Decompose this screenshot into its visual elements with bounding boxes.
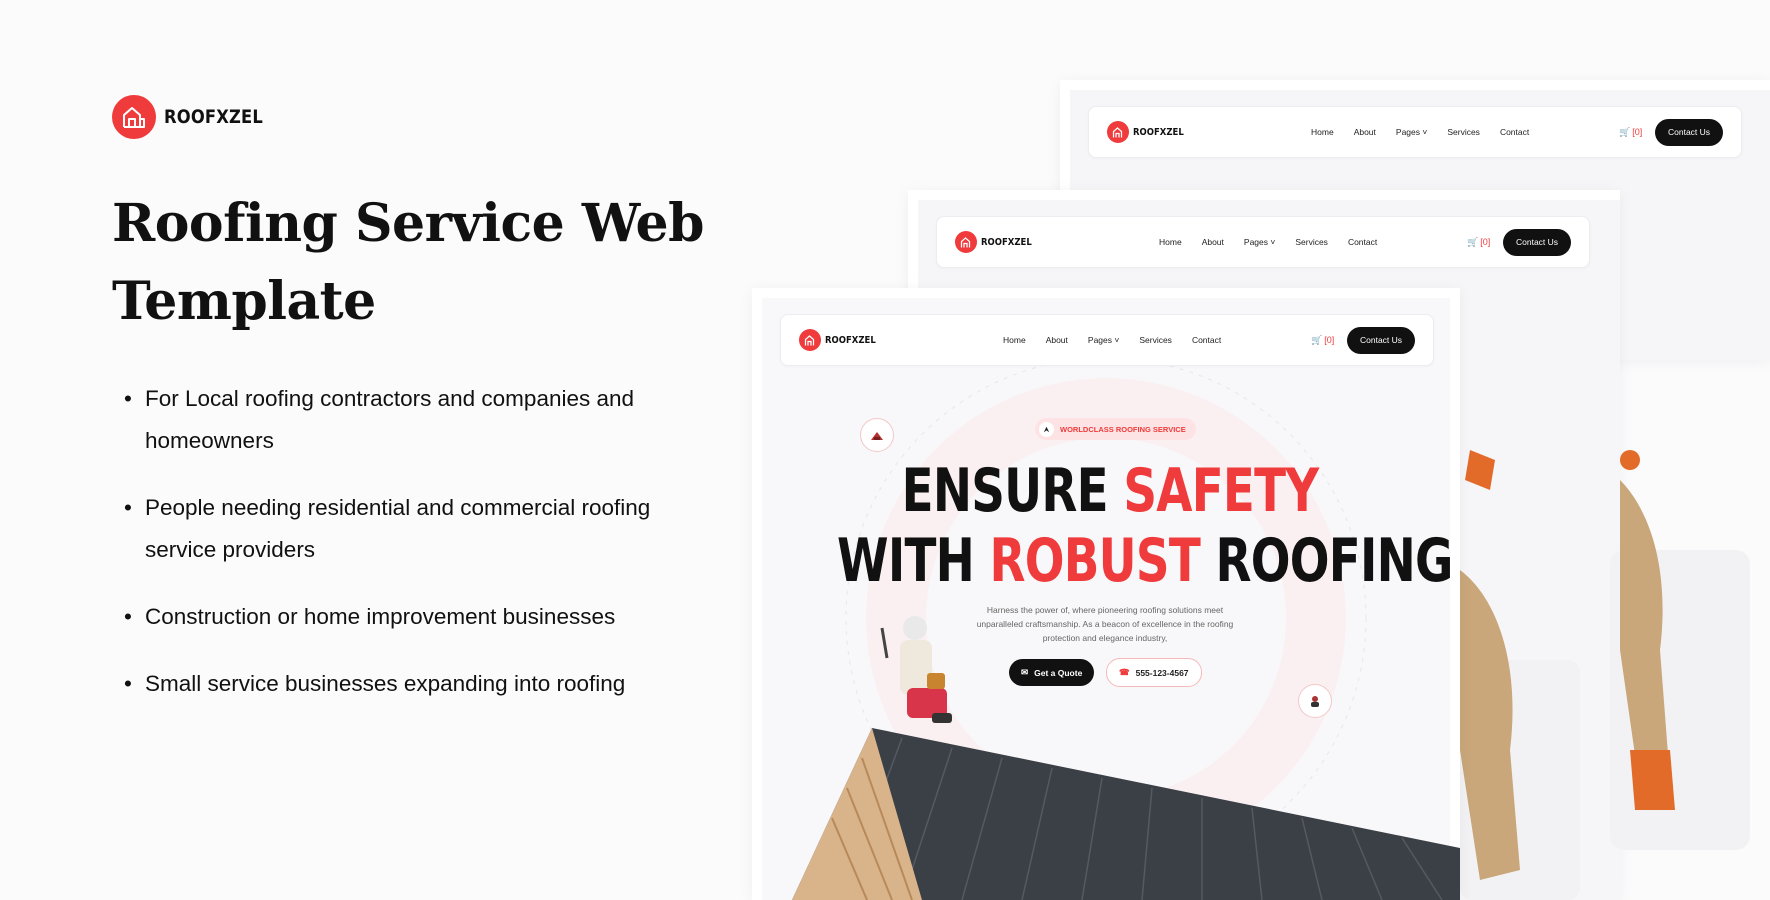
mockup-logo[interactable]: ROOFXZEL [955, 231, 1041, 253]
mockup-navbar: ROOFXZEL Home About Pages ˅ Services Con… [1088, 106, 1742, 158]
worker-image [1460, 450, 1750, 900]
page-title: Roofing Service Web Template [112, 193, 704, 332]
nav-contact[interactable]: Contact [1348, 237, 1377, 247]
brand[interactable]: ROOFXZEL [112, 95, 279, 139]
hero-headline-line1: ENSURE SAFETY [901, 456, 1319, 526]
contact-us-button[interactable]: Contact Us [1655, 118, 1724, 146]
nav-about[interactable]: About [1202, 237, 1224, 247]
house-logo-icon [1107, 121, 1129, 143]
mail-icon: ✉ [1021, 667, 1029, 677]
phone-button[interactable]: ☎ 555-123-4567 [1106, 658, 1202, 687]
cart-icon[interactable]: 🛒 [0] [1619, 127, 1642, 138]
nav-pages[interactable]: Pages ˅ [1244, 237, 1275, 247]
nav-services[interactable]: Services [1295, 237, 1328, 247]
rocket-icon [1039, 421, 1054, 437]
hero-description: Harness the power of, where pioneering r… [976, 605, 1234, 643]
roof-badge-icon [860, 418, 894, 452]
eyebrow-badge: WORLDCLASS ROOFING SERVICE [1035, 418, 1196, 440]
nav-home[interactable]: Home [1159, 237, 1182, 247]
audience-item: For Local roofing contractors and compan… [124, 378, 724, 462]
nav-about[interactable]: About [1354, 127, 1376, 137]
get-quote-button[interactable]: ✉ Get a Quote [1009, 659, 1095, 686]
audience-list: For Local roofing contractors and compan… [124, 378, 724, 730]
nav-pages[interactable]: Pages ˅ [1396, 127, 1427, 137]
nav-contact[interactable]: Contact [1500, 127, 1529, 137]
nav-services[interactable]: Services [1447, 127, 1480, 137]
brand-name: ROOFXZEL [164, 106, 263, 128]
audience-item: Small service businesses expanding into … [124, 663, 724, 705]
mockup-logo-text: ROOFXZEL [981, 236, 1032, 248]
phone-icon: ☎ [1119, 667, 1130, 677]
mockup-logo[interactable]: ROOFXZEL [1107, 121, 1193, 143]
eyebrow-text: WORLDCLASS ROOFING SERVICE [1060, 424, 1186, 434]
nav-home[interactable]: Home [1311, 127, 1334, 137]
hero-headline-line2: WITH ROBUST ROOFING [837, 526, 1453, 596]
mockup-navbar: ROOFXZEL Home About Pages ˅ Services Con… [936, 216, 1590, 268]
contact-us-button[interactable]: Contact Us [1503, 228, 1572, 256]
cart-icon[interactable]: 🛒 [0] [1467, 237, 1490, 248]
worker-badge-icon [1298, 684, 1332, 718]
house-logo-icon [112, 95, 156, 139]
mockup-logo-text: ROOFXZEL [1133, 126, 1184, 138]
house-logo-icon [955, 231, 977, 253]
worker-image [1618, 190, 1620, 192]
audience-item: Construction or home improvement busines… [124, 596, 724, 638]
audience-item: People needing residential and commercia… [124, 487, 724, 571]
